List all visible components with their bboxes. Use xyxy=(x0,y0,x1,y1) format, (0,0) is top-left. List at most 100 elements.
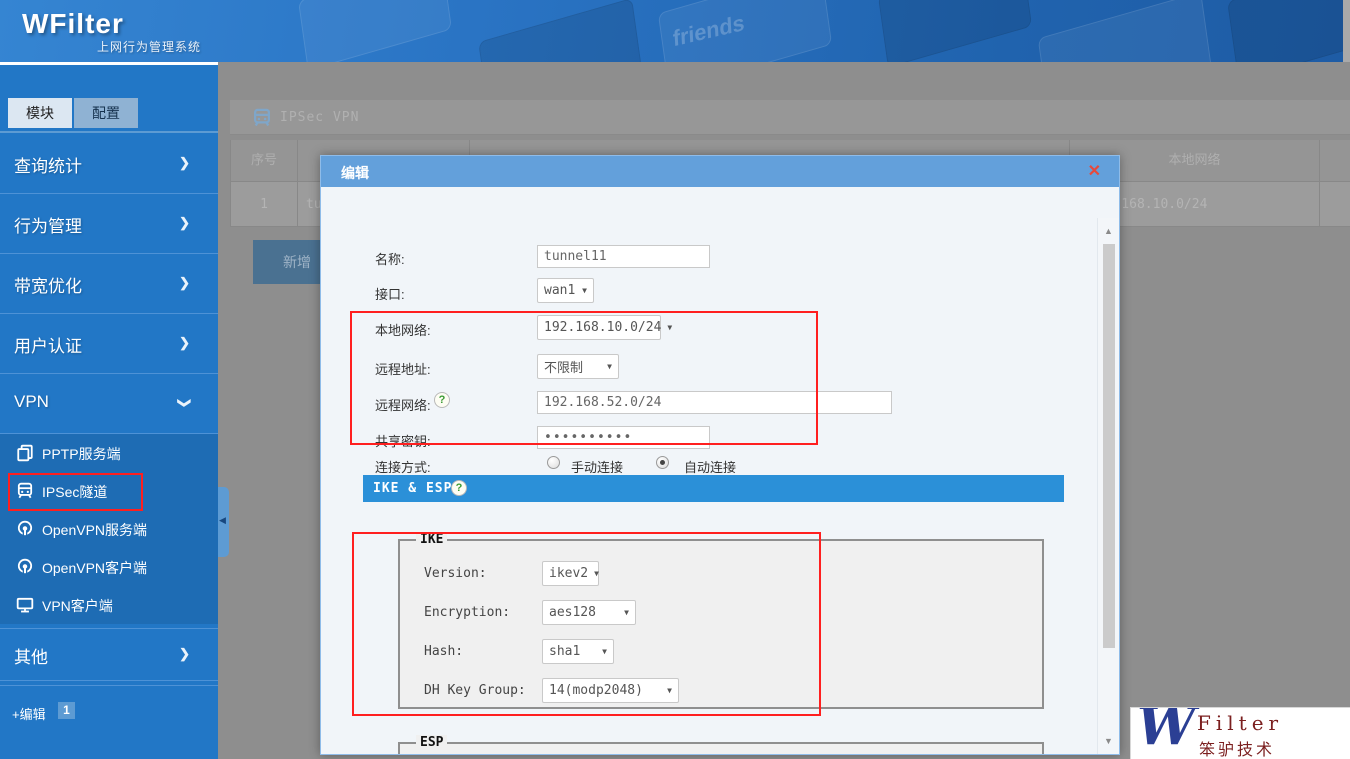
ike-version-label: Version: xyxy=(424,566,487,581)
submenu-item-openvpn-client[interactable]: OpenVPN客户端 xyxy=(0,548,218,586)
chevron-left-icon: ◀ xyxy=(219,515,226,526)
sidebar-item-label: VPN xyxy=(14,392,49,412)
manual-connect-label[interactable]: 手动连接 xyxy=(571,457,623,476)
sidebar-item-user-auth[interactable]: 用户认证 ❯ xyxy=(0,314,218,374)
sidebar-tabs: 模块 配置 xyxy=(8,98,140,128)
dialog-title: 编辑 xyxy=(341,163,369,183)
interface-select[interactable]: wan1▼ xyxy=(537,278,594,303)
edit-dialog: 编辑 ✕ 名称: tunnel11 接口: wan1▼ 本地网络: 192.16… xyxy=(320,155,1120,755)
dialog-scrollbar[interactable]: ▲ ▼ xyxy=(1097,218,1119,754)
submenu-item-label: OpenVPN服务端 xyxy=(42,520,147,540)
auto-connect-label[interactable]: 自动连接 xyxy=(684,457,736,476)
help-icon[interactable]: ? xyxy=(451,480,467,496)
scroll-up-icon[interactable]: ▲ xyxy=(1104,226,1113,236)
manual-connect-radio[interactable] xyxy=(547,456,560,469)
dropdown-arrow-icon: ▼ xyxy=(667,323,672,332)
ike-hash-value: sha1 xyxy=(549,644,580,659)
dropdown-arrow-icon: ▼ xyxy=(607,362,612,371)
psk-input[interactable]: •••••••••• xyxy=(537,426,710,449)
auto-connect-radio[interactable] xyxy=(656,456,669,469)
dropdown-arrow-icon: ▼ xyxy=(602,647,607,656)
chevron-down-icon: ❯ xyxy=(177,398,193,409)
submenu-item-openvpn-server[interactable]: OpenVPN服务端 xyxy=(0,510,218,548)
keyboard-art xyxy=(1038,0,1213,62)
remote-addr-select[interactable]: 不限制 ▼ xyxy=(537,354,619,379)
dropdown-arrow-icon: ▼ xyxy=(667,686,672,695)
tabs-divider xyxy=(0,131,218,133)
chevron-right-icon: ❯ xyxy=(179,215,190,231)
help-icon[interactable]: ? xyxy=(434,392,450,408)
sidebar-item-query-stats[interactable]: 查询统计 ❯ xyxy=(0,134,218,194)
scroll-down-icon[interactable]: ▼ xyxy=(1104,736,1113,746)
name-label: 名称: xyxy=(375,249,405,268)
ipsec-tunnel-icon xyxy=(252,108,272,128)
ike-version-select[interactable]: ikev2 ▼ xyxy=(542,561,599,586)
cell-seq: 1 xyxy=(230,182,298,227)
psk-label: 共享密钥: xyxy=(375,431,431,450)
edit-count-badge: 1 xyxy=(58,702,75,719)
remote-addr-label: 远程地址: xyxy=(375,359,431,378)
close-icon[interactable]: ✕ xyxy=(1088,161,1101,181)
tab-module[interactable]: 模块 xyxy=(8,98,72,128)
dialog-titlebar[interactable]: 编辑 ✕ xyxy=(321,156,1119,187)
tab-config[interactable]: 配置 xyxy=(74,98,138,128)
ike-fieldset: IKE Version: Encryption: Hash: DH Key Gr… xyxy=(398,539,1044,709)
ike-legend: IKE xyxy=(416,532,447,547)
browser-scrollbar[interactable] xyxy=(1343,0,1350,62)
local-net-value: 192.168.10.0/24 xyxy=(544,320,661,335)
page-title: IPSec VPN xyxy=(280,110,359,125)
ipsec-tunnel-icon xyxy=(16,482,34,500)
remote-net-label: 远程网络: xyxy=(375,395,431,414)
dropdown-arrow-icon: ▼ xyxy=(624,608,629,617)
ike-hash-select[interactable]: sha1 ▼ xyxy=(542,639,614,664)
vpn-submenu: PPTP服务端 IPSec隧道 xyxy=(0,434,218,624)
submenu-item-label: PPTP服务端 xyxy=(42,444,121,464)
openvpn-icon xyxy=(16,558,34,576)
submenu-item-label: OpenVPN客户端 xyxy=(42,558,147,578)
ike-encryption-select[interactable]: aes128 ▼ xyxy=(542,600,636,625)
local-net-label: 本地网络: xyxy=(375,320,431,339)
remote-addr-value: 不限制 xyxy=(544,357,583,376)
sidebar-item-behavior-mgmt[interactable]: 行为管理 ❯ xyxy=(0,194,218,254)
app-logo: WFilter xyxy=(22,8,124,40)
pptp-pages-icon xyxy=(16,444,34,462)
submenu-item-pptp-server[interactable]: PPTP服务端 xyxy=(0,434,218,472)
ike-encryption-value: aes128 xyxy=(549,605,596,620)
chevron-right-icon: ❯ xyxy=(179,155,190,171)
ike-dhgroup-select[interactable]: 14(modp2048)▼ xyxy=(542,678,679,703)
col-header-seq: 序号 xyxy=(230,140,298,182)
watermark-company: 笨驴技术 xyxy=(1199,736,1275,759)
app-logo-subtitle: 上网行为管理系统 xyxy=(97,38,201,55)
sidebar-item-bandwidth[interactable]: 带宽优化 ❯ xyxy=(0,254,218,314)
wfilter-watermark: W Filter 笨驴技术 xyxy=(1130,707,1350,759)
sidebar-item-other[interactable]: 其他 ❯ xyxy=(0,628,218,681)
local-net-select[interactable]: 192.168.10.0/24▼ xyxy=(537,315,661,340)
watermark-name: Filter xyxy=(1197,711,1283,735)
ike-hash-label: Hash: xyxy=(424,644,463,659)
esp-fieldset: ESP Encryption: aes128▼ xyxy=(398,742,1044,755)
dropdown-arrow-icon: ▼ xyxy=(594,569,599,578)
scrollbar-thumb[interactable] xyxy=(1103,244,1115,648)
edit-link[interactable]: +编辑 xyxy=(12,704,46,723)
sidebar-item-label: 带宽优化 xyxy=(14,272,82,297)
chevron-right-icon: ❯ xyxy=(179,275,190,291)
keyboard-art xyxy=(1227,0,1343,62)
keyboard-art xyxy=(478,0,642,62)
cell-extra xyxy=(1320,182,1350,227)
remote-net-input[interactable]: 192.168.52.0/24 xyxy=(537,391,892,414)
name-input[interactable]: tunnel11 xyxy=(537,245,710,268)
watermark-w-logo: W xyxy=(1137,707,1195,757)
dialog-body: 名称: tunnel11 接口: wan1▼ 本地网络: 192.168.10.… xyxy=(321,187,1119,754)
ike-esp-title: IKE & ESP xyxy=(373,481,452,496)
sidebar-item-vpn[interactable]: VPN ❯ xyxy=(0,374,218,434)
submenu-item-ipsec-tunnel[interactable]: IPSec隧道 xyxy=(0,472,218,510)
sidebar-item-label: 行为管理 xyxy=(14,212,82,237)
conn-mode-label: 连接方式: xyxy=(375,457,431,476)
submenu-item-vpn-client[interactable]: VPN客户端 xyxy=(0,586,218,624)
sidebar-collapse-handle[interactable]: ◀ xyxy=(218,487,229,557)
ike-version-value: ikev2 xyxy=(549,566,588,581)
sidebar-item-label: 其他 xyxy=(14,643,48,668)
chevron-right-icon: ❯ xyxy=(179,646,190,662)
submenu-item-label: VPN客户端 xyxy=(42,596,113,616)
openvpn-icon xyxy=(16,520,34,538)
